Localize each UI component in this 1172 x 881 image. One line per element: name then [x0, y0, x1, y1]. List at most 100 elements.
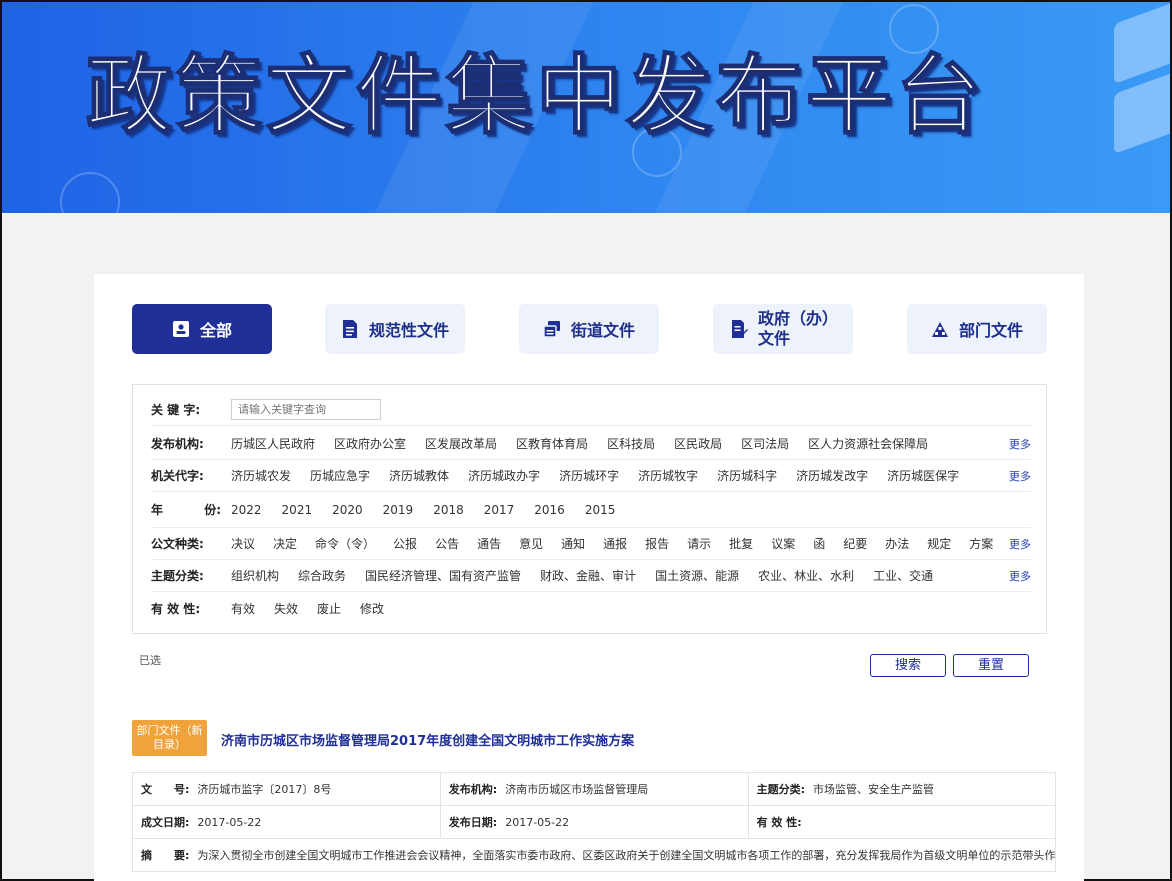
doc-type-option[interactable]: 通报	[603, 535, 627, 552]
topic-option[interactable]: 工业、交通	[873, 567, 933, 584]
edit-document-icon	[732, 320, 748, 338]
year-option[interactable]: 2017	[484, 503, 515, 517]
tab-label: 部门文件	[958, 321, 1023, 340]
tab-department-documents[interactable]: 部门文件	[907, 304, 1047, 354]
agency-option[interactable]: 历城区人民政府	[231, 435, 315, 452]
agency-option[interactable]: 区科技局	[607, 435, 655, 452]
doc-type-option[interactable]: 报告	[645, 535, 669, 552]
topic-option[interactable]: 组织机构	[231, 567, 279, 584]
doc-type-option[interactable]: 命令（令）	[315, 535, 375, 552]
code-option[interactable]: 济历城政办字	[468, 467, 540, 484]
doc-type-option[interactable]: 纪要	[843, 535, 867, 552]
doc-type-option[interactable]: 决定	[273, 535, 297, 552]
doc-type-option[interactable]: 方案	[969, 535, 993, 552]
year-row: 年份: 2022 2021 2020 2019 2018 2017 2016 2015	[151, 492, 1031, 528]
id-card-icon	[172, 321, 189, 337]
agency-label: 发布机构:	[151, 437, 204, 451]
validity-options: 有效 失效 废止 修改	[231, 600, 1031, 617]
validity-option[interactable]: 失效	[274, 600, 298, 617]
agency-option[interactable]: 区人力资源社会保障局	[808, 435, 928, 452]
filter-panel: 关 键 字: 发布机构: 历城区人民政府 区政府办公室 区发展改革局 区教育体育局 区科…	[132, 384, 1047, 634]
banner-decoration	[1100, 2, 1170, 213]
main-card: 全部 规范性文件 街道文件 政府（办）文件 部门文件 关 键 字: 请输入关键字…	[94, 274, 1084, 881]
topic-option[interactable]: 国土资源、能源	[655, 567, 739, 584]
result-title-link[interactable]: 济南市历城区市场监督管理局2017年度创建全国文明城市工作实施方案	[221, 730, 634, 749]
written-date-value: 2017-05-22	[197, 816, 262, 829]
tab-all[interactable]: 全部	[132, 304, 272, 354]
banner-decoration	[60, 172, 120, 213]
publish-date-label: 发布日期:	[448, 816, 498, 829]
doc-type-option[interactable]: 公报	[393, 535, 417, 552]
doc-type-option[interactable]: 请示	[687, 535, 711, 552]
doc-type-more-link[interactable]: 更多	[1009, 536, 1031, 552]
code-option[interactable]: 济历城发改字	[796, 467, 868, 484]
doc-type-options: 决议 决定 命令（令） 公报 公告 通告 意见 通知 通报 报告 请示 批复 议案 函 纪要 办法 规定 方案	[231, 535, 1031, 552]
search-button[interactable]: 搜索	[870, 654, 946, 677]
topic-options: 组织机构 综合政务 国民经济管理、国有资产监管 财政、金融、审计 国土资源、能源 农业、林…	[231, 567, 1031, 584]
agency-option[interactable]: 区政府办公室	[334, 435, 406, 452]
doc-type-option[interactable]: 函	[813, 535, 825, 552]
code-option[interactable]: 历城应急字	[310, 467, 370, 484]
year-option[interactable]: 2021	[282, 503, 313, 517]
doc-type-option[interactable]: 通知	[561, 535, 585, 552]
tab-street-documents[interactable]: 街道文件	[519, 304, 659, 354]
topic-option[interactable]: 农业、林业、水利	[758, 567, 854, 584]
tab-normative-documents[interactable]: 规范性文件	[325, 304, 465, 354]
publish-date-value: 2017-05-22	[505, 816, 570, 829]
code-more-link[interactable]: 更多	[1009, 468, 1031, 484]
year-option[interactable]: 2016	[534, 503, 565, 517]
doc-type-label: 公文种类:	[151, 537, 204, 551]
doc-type-option[interactable]: 议案	[771, 535, 795, 552]
tab-label: 规范性文件	[368, 321, 449, 340]
agency-option[interactable]: 区民政局	[674, 435, 722, 452]
doc-type-option[interactable]: 意见	[519, 535, 543, 552]
code-option[interactable]: 济历城医保字	[887, 467, 959, 484]
abstract-value: 为深入贯彻全市创建全国文明城市工作推进会会议精神，全面落实市委市政府、区委区政府…	[197, 849, 1056, 862]
code-row: 机关代字: 济历城农发 历城应急字 济历城教体 济历城政办字 济历城环字 济历城牧字 济历城…	[151, 460, 1031, 492]
doc-type-option[interactable]: 通告	[477, 535, 501, 552]
doc-type-option[interactable]: 批复	[729, 535, 753, 552]
document-icon	[342, 320, 357, 338]
code-option[interactable]: 济历城科字	[717, 467, 777, 484]
validity-option[interactable]: 修改	[360, 600, 384, 617]
agency-option[interactable]: 区司法局	[741, 435, 789, 452]
validity-label: 有 效 性:	[151, 601, 201, 616]
tab-label: 政府（办）文件	[758, 309, 831, 348]
keyword-input[interactable]	[231, 399, 381, 420]
code-option[interactable]: 济历城牧字	[638, 467, 698, 484]
doc-type-row: 公文种类: 决议 决定 命令（令） 公报 公告 通告 意见 通知 通报 报告 请示 批复 议案 函 纪要 办法…	[151, 528, 1031, 560]
topic-more-link[interactable]: 更多	[1009, 568, 1031, 584]
tab-government-documents[interactable]: 政府（办）文件	[713, 304, 853, 354]
issuer-value: 济南市历城区市场监督管理局	[505, 783, 649, 796]
validity-row: 有 效 性: 有效 失效 废止 修改	[151, 592, 1031, 624]
doc-type-option[interactable]: 决议	[231, 535, 255, 552]
year-option[interactable]: 2019	[383, 503, 414, 517]
keyword-label: 关 键 字:	[151, 403, 201, 417]
doc-type-option[interactable]: 规定	[927, 535, 951, 552]
year-option[interactable]: 2018	[433, 503, 464, 517]
topic-value: 市场监管、安全生产监管	[813, 783, 934, 796]
abstract-label: 摘 要:	[141, 849, 190, 862]
org-chart-icon	[931, 322, 948, 337]
doc-type-option[interactable]: 公告	[435, 535, 459, 552]
year-option[interactable]: 2022	[231, 503, 262, 517]
agency-row: 发布机构: 历城区人民政府 区政府办公室 区发展改革局 区教育体育局 区科技局 区民政局 区…	[151, 428, 1031, 460]
topic-option[interactable]: 国民经济管理、国有资产监管	[365, 567, 521, 584]
agency-option[interactable]: 区发展改革局	[425, 435, 497, 452]
reset-button[interactable]: 重置	[953, 654, 1029, 677]
doc-number-label: 文 号:	[141, 783, 190, 796]
code-option[interactable]: 济历城农发	[231, 467, 291, 484]
validity-option[interactable]: 有效	[231, 600, 255, 617]
topic-option[interactable]: 综合政务	[298, 567, 346, 584]
validity-option[interactable]: 废止	[317, 600, 341, 617]
code-option[interactable]: 济历城环字	[559, 467, 619, 484]
doc-type-option[interactable]: 办法	[885, 535, 909, 552]
site-title: 政策文件集中发布平台	[85, 45, 986, 147]
tab-label: 全部	[199, 321, 232, 340]
agency-more-link[interactable]: 更多	[1009, 436, 1031, 452]
topic-option[interactable]: 财政、金融、审计	[540, 567, 636, 584]
year-option[interactable]: 2020	[332, 503, 363, 517]
year-option[interactable]: 2015	[585, 503, 616, 517]
code-option[interactable]: 济历城教体	[389, 467, 449, 484]
agency-option[interactable]: 区教育体育局	[516, 435, 588, 452]
